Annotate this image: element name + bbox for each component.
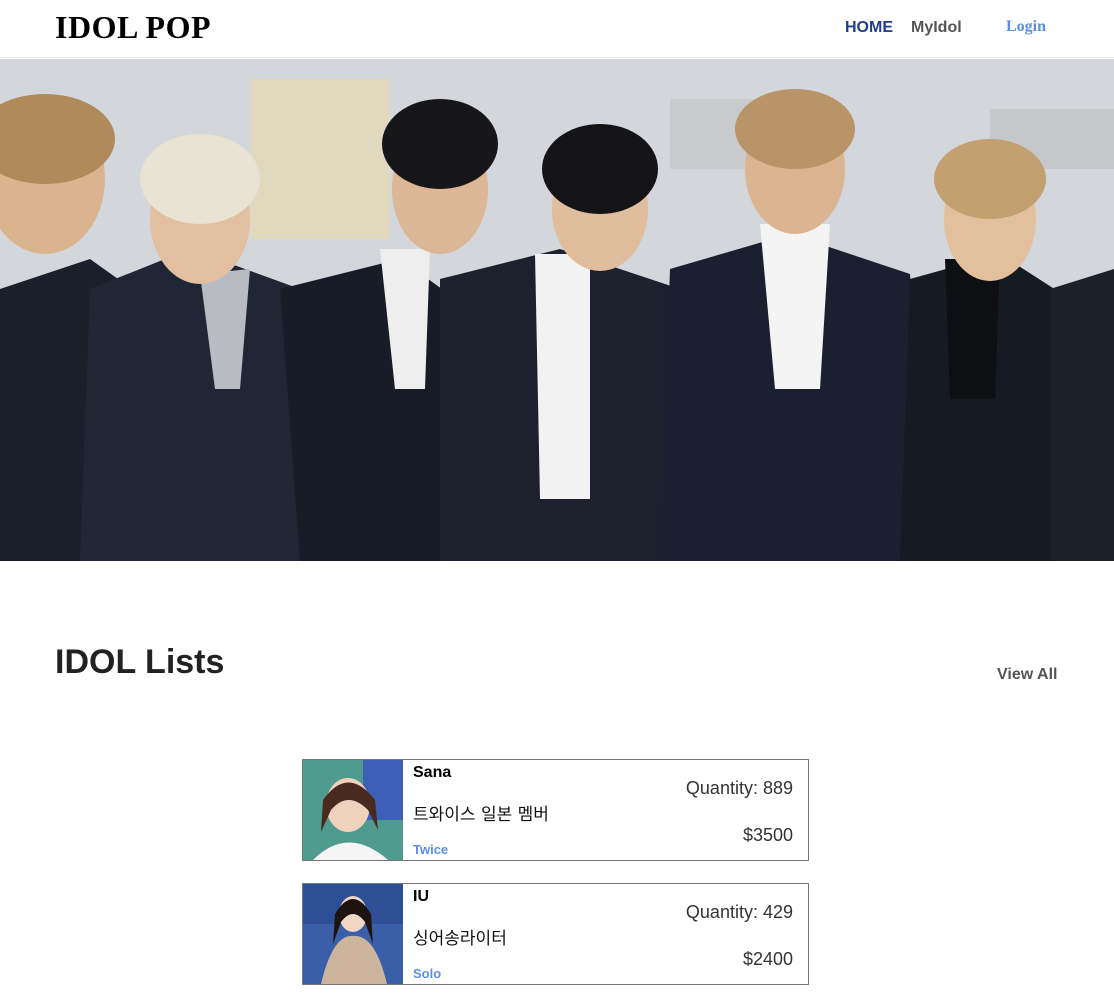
idol-photo-illustration: [303, 884, 403, 984]
idol-description: 트와이스 일본 멤버: [413, 805, 549, 825]
idol-quantity: Quantity: 889: [685, 778, 793, 798]
idol-price: $3500: [742, 825, 793, 845]
idol-lists-heading: IDOL Lists: [55, 643, 225, 681]
idol-name: IU: [413, 888, 429, 905]
nav-myidol-link[interactable]: MyIdol: [911, 19, 962, 37]
idol-group-link[interactable]: Solo: [413, 966, 441, 981]
view-all-link[interactable]: View All: [997, 666, 1057, 684]
idol-quantity: Quantity: 429: [685, 902, 793, 922]
brand-logo[interactable]: IDOL POP: [55, 9, 211, 46]
idol-description: 싱어송라이터: [413, 929, 507, 949]
hero-banner-image: [0, 59, 1114, 561]
idol-photo: [303, 884, 403, 984]
nav-login-link[interactable]: Login: [1006, 18, 1046, 36]
nav-home-link[interactable]: HOME: [845, 19, 893, 37]
idol-group-link[interactable]: Twice: [413, 842, 448, 857]
idol-photo: [303, 760, 403, 860]
idol-card[interactable]: Sana 트와이스 일본 멤버 Twice Quantity: 889 $350…: [302, 759, 809, 861]
idol-card[interactable]: IU 싱어송라이터 Solo Quantity: 429 $2400: [302, 883, 809, 985]
idol-name: Sana: [413, 764, 452, 781]
idol-price: $2400: [742, 949, 793, 969]
top-navbar: IDOL POP HOME MyIdol Login: [0, 0, 1114, 58]
idol-photo-illustration: [303, 760, 403, 860]
hero-photo-illustration: [0, 59, 1114, 561]
